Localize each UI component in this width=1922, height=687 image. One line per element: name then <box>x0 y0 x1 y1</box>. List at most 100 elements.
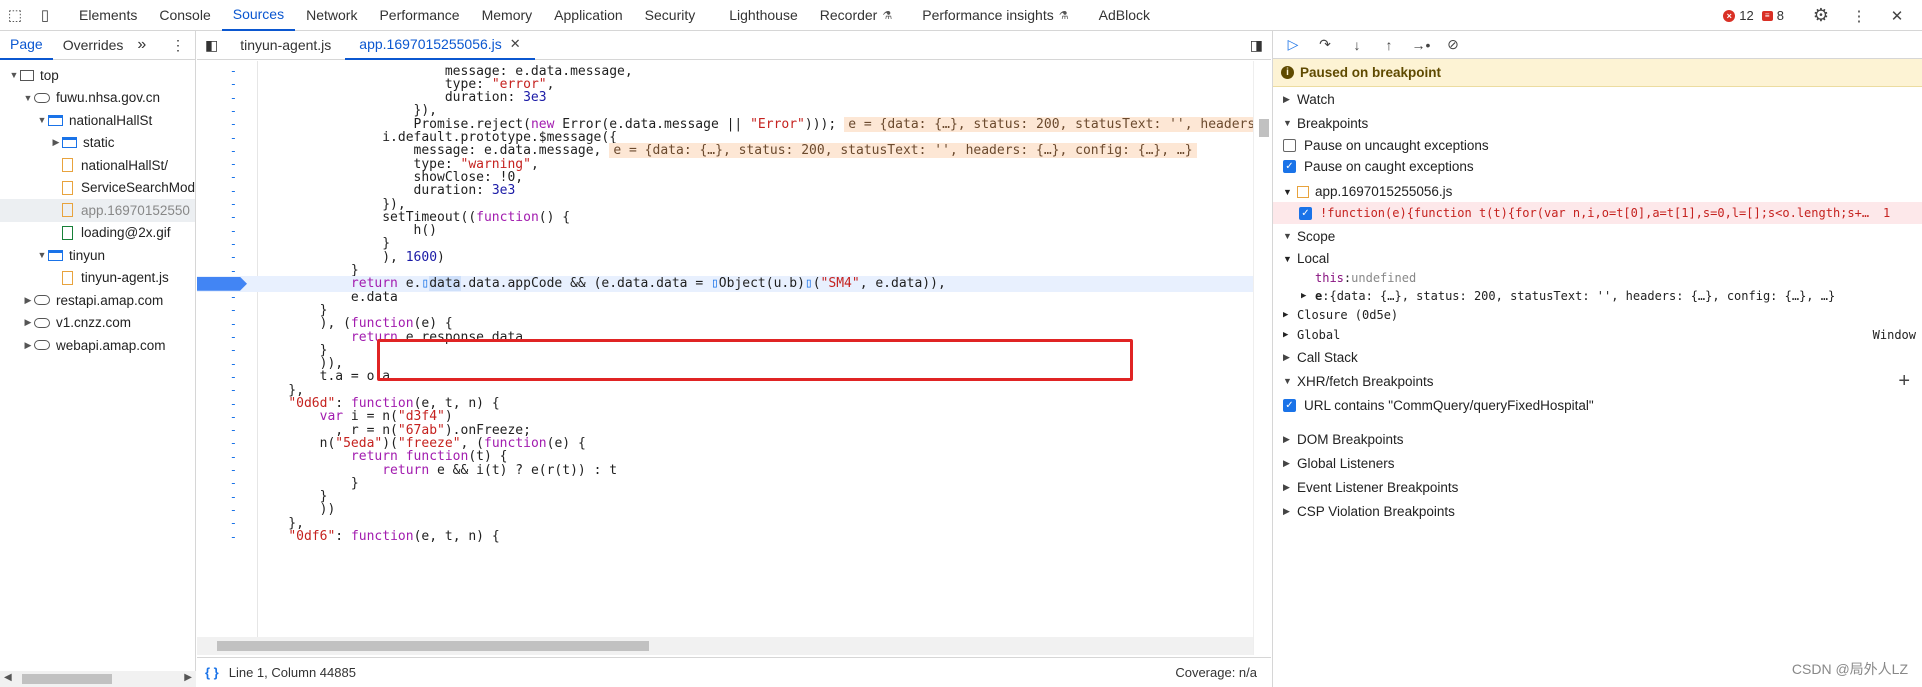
deactivate-breakpoints-icon[interactable]: ⊘ <box>1443 35 1463 55</box>
device-toolbar-icon[interactable]: ▯ <box>30 0 60 30</box>
expand-arrow-icon[interactable]: ▶ <box>50 137 62 148</box>
tab-recorder[interactable]: Recorder ⚗ <box>809 0 903 31</box>
step-over-icon[interactable]: ↷ <box>1315 35 1335 55</box>
section-csp-violation-breakpoints[interactable]: ▶ CSP Violation Breakpoints <box>1273 499 1922 523</box>
scope-e[interactable]: ▶ e: {data: {…}, status: 200, statusText:… <box>1273 287 1922 305</box>
tab-elements[interactable]: Elements <box>68 0 148 31</box>
scrollbar-thumb[interactable] <box>22 674 112 684</box>
expand-arrow-icon: ▶ <box>1301 291 1307 301</box>
tab-memory[interactable]: Memory <box>471 0 544 31</box>
scroll-right-icon[interactable]: ▶ <box>184 672 192 683</box>
folder-icon <box>62 137 77 149</box>
more-options-icon[interactable]: ⋮ <box>1844 1 1874 31</box>
scope-closure[interactable]: ▶ Closure (0d5e) <box>1273 305 1922 325</box>
scrollbar-thumb[interactable] <box>1259 119 1269 137</box>
xhr-breakpoint-checkbox[interactable]: ✓ <box>1283 398 1296 412</box>
tab-performance-insights-label: Performance insights <box>922 7 1054 23</box>
tree-item-label: nationalHallSt/ <box>81 157 169 173</box>
tree-item[interactable]: ▼ nationalHallSt <box>0 109 195 132</box>
section-scope[interactable]: ▼ Scope <box>1273 224 1922 248</box>
pause-uncaught-row[interactable]: Pause on uncaught exceptions <box>1273 135 1922 156</box>
tab-lighthouse[interactable]: Lighthouse <box>718 0 809 31</box>
debugger-toolbar: ▷ ↷ ↓ ↑ →• ⊘ <box>1273 31 1922 59</box>
settings-gear-icon[interactable]: ⚙ <box>1806 1 1836 31</box>
issues-icon: ≡ <box>1761 10 1773 21</box>
breakpoint-file-row[interactable]: ▼ app.1697015255056.js <box>1273 181 1922 202</box>
expand-arrow-icon: ▶ <box>1283 93 1290 104</box>
section-event-listener-breakpoints[interactable]: ▶ Event Listener Breakpoints <box>1273 475 1922 499</box>
scope-global[interactable]: ▶ Global Window <box>1273 325 1922 345</box>
code-line[interactable]: - "0df6": function(e, t, n) { <box>197 529 1253 545</box>
xhr-breakpoint-row[interactable]: ✓ URL contains "CommQuery/queryFixedHospi… <box>1273 393 1922 417</box>
tab-adblock[interactable]: AdBlock <box>1088 0 1161 31</box>
scroll-left-icon[interactable]: ◀ <box>4 672 12 683</box>
add-breakpoint-icon[interactable]: + <box>1898 370 1910 393</box>
tree-item-label: fuwu.nhsa.gov.cn <box>56 90 161 106</box>
expand-arrow-icon[interactable]: ▶ <box>22 317 34 328</box>
collapse-arrow-icon[interactable]: ▼ <box>36 115 48 125</box>
tab-overrides[interactable]: Overrides <box>53 31 134 60</box>
tab-performance[interactable]: Performance <box>368 0 470 31</box>
toggle-navigator-icon[interactable]: ◧ <box>197 31 226 60</box>
error-count-badge[interactable]: × 12 <box>1723 8 1754 23</box>
breakpoint-line-number: 1 <box>1883 206 1891 220</box>
pause-caught-row[interactable]: ✓ Pause on caught exceptions <box>1273 156 1922 177</box>
breakpoint-entry[interactable]: ✓ !function(e){function t(t){for(var n,i… <box>1273 202 1922 224</box>
editor-vertical-scrollbar[interactable] <box>1253 61 1271 655</box>
toggle-debugger-icon[interactable]: ◨ <box>1242 31 1271 60</box>
step-into-icon[interactable]: ↓ <box>1347 35 1367 55</box>
tree-item[interactable]: ▶ static <box>0 132 195 155</box>
expand-arrow-icon[interactable]: ▶ <box>22 295 34 306</box>
more-tabs-icon[interactable]: » <box>133 31 150 60</box>
tree-item[interactable]: ▶ v1.cnzz.com <box>0 312 195 335</box>
close-icon[interactable]: ✕ <box>510 36 521 52</box>
collapse-arrow-icon[interactable]: ▼ <box>22 93 34 103</box>
tab-console[interactable]: Console <box>148 0 221 31</box>
section-watch[interactable]: ▶ Watch <box>1273 87 1922 111</box>
navigator-horizontal-scrollbar[interactable]: ◀ ▶ <box>0 671 196 687</box>
inspect-element-icon[interactable]: ⬚ <box>0 0 30 30</box>
expand-arrow-icon: ▶ <box>1283 481 1290 492</box>
tree-item[interactable]: app.16970152550 <box>0 199 195 222</box>
tab-security[interactable]: Security <box>634 0 707 31</box>
tab-page[interactable]: Page <box>0 31 53 60</box>
resume-icon[interactable]: ▷ <box>1283 35 1303 55</box>
tree-item[interactable]: ▶ webapi.amap.com <box>0 334 195 357</box>
tree-item[interactable]: ServiceSearchMod <box>0 177 195 200</box>
close-devtools-icon[interactable]: ✕ <box>1882 1 1912 31</box>
warning-count-badge[interactable]: ≡ 8 <box>1761 8 1784 23</box>
step-out-icon[interactable]: ↑ <box>1379 35 1399 55</box>
tab-performance-insights[interactable]: Performance insights ⚗ <box>911 0 1079 31</box>
gutter-marker[interactable]: - <box>197 530 237 544</box>
step-icon[interactable]: →• <box>1411 35 1431 55</box>
section-global-listeners[interactable]: ▶ Global Listeners <box>1273 451 1922 475</box>
tree-item[interactable]: nationalHallSt/ <box>0 154 195 177</box>
tab-app-js[interactable]: app.1697015255056.js ✕ <box>345 31 535 60</box>
tab-tinyun-agent[interactable]: tinyun-agent.js <box>226 31 345 60</box>
section-xhr-breakpoints[interactable]: ▼ XHR/fetch Breakpoints + <box>1273 369 1922 393</box>
breakpoint-checkbox[interactable]: ✓ <box>1299 206 1312 220</box>
tree-item[interactable]: ▶ restapi.amap.com <box>0 289 195 312</box>
section-breakpoints[interactable]: ▼ Breakpoints <box>1273 111 1922 135</box>
navigator-menu-icon[interactable]: ⋮ <box>161 31 195 60</box>
scrollbar-thumb[interactable] <box>217 641 649 651</box>
section-call-stack[interactable]: ▶ Call Stack <box>1273 345 1922 369</box>
tree-item[interactable]: ▼ tinyun <box>0 244 195 267</box>
pretty-print-icon[interactable]: { } <box>205 665 219 680</box>
tab-network[interactable]: Network <box>295 0 368 31</box>
tab-sources[interactable]: Sources <box>221 0 296 31</box>
pause-caught-checkbox[interactable]: ✓ <box>1283 160 1296 173</box>
cloud-icon <box>34 340 50 351</box>
expand-arrow-icon[interactable]: ▶ <box>22 340 34 351</box>
tab-application[interactable]: Application <box>543 0 634 31</box>
tree-item[interactable]: loading@2x.gif <box>0 222 195 245</box>
scope-local[interactable]: ▼ Local <box>1273 248 1922 269</box>
collapse-arrow-icon[interactable]: ▼ <box>36 250 48 260</box>
tree-item[interactable]: ▼ top <box>0 64 195 87</box>
collapse-arrow-icon[interactable]: ▼ <box>8 70 20 80</box>
tree-item[interactable]: ▼ fuwu.nhsa.gov.cn <box>0 87 195 110</box>
editor-horizontal-scrollbar[interactable] <box>197 637 1253 655</box>
pause-uncaught-checkbox[interactable] <box>1283 139 1296 152</box>
tree-item[interactable]: tinyun-agent.js <box>0 267 195 290</box>
section-dom-breakpoints[interactable]: ▶ DOM Breakpoints <box>1273 427 1922 451</box>
